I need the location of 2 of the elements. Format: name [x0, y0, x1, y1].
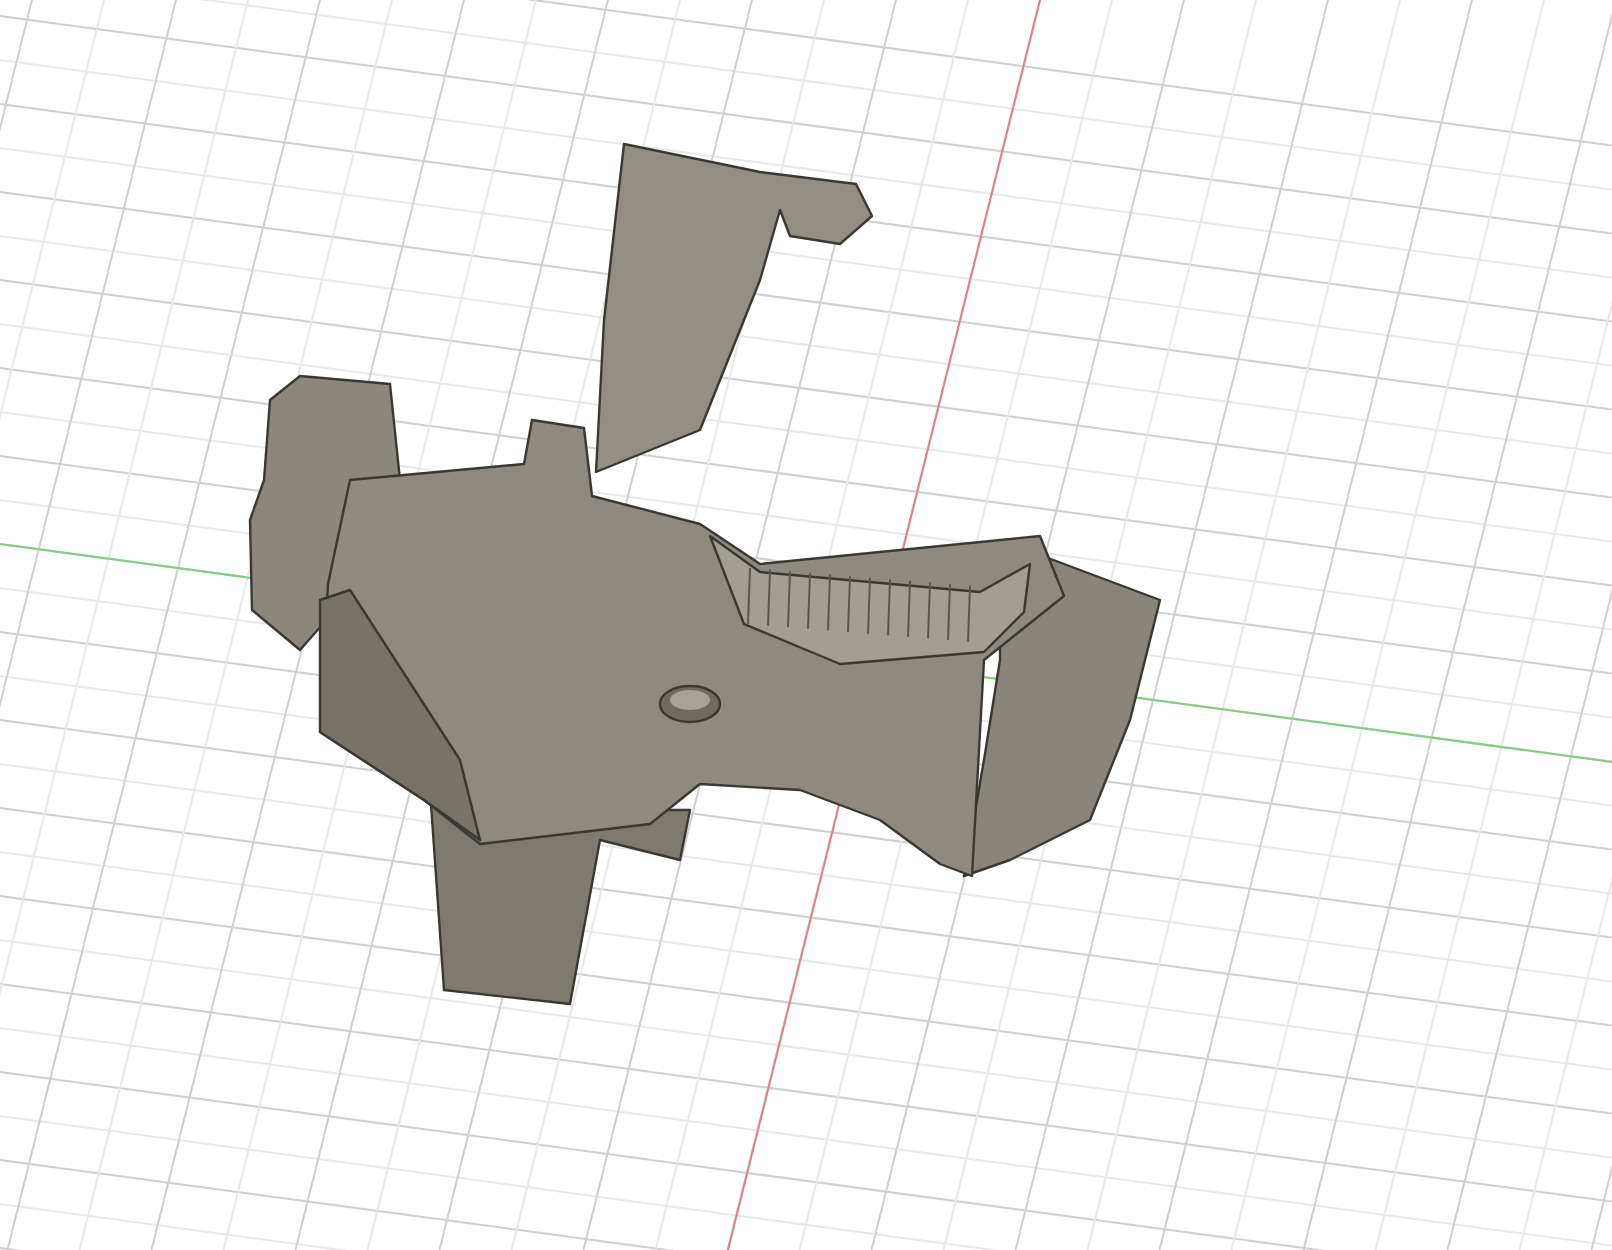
bracket-model-drawing[interactable]	[248, 142, 1162, 1006]
cad-viewport[interactable]	[0, 0, 1612, 1250]
